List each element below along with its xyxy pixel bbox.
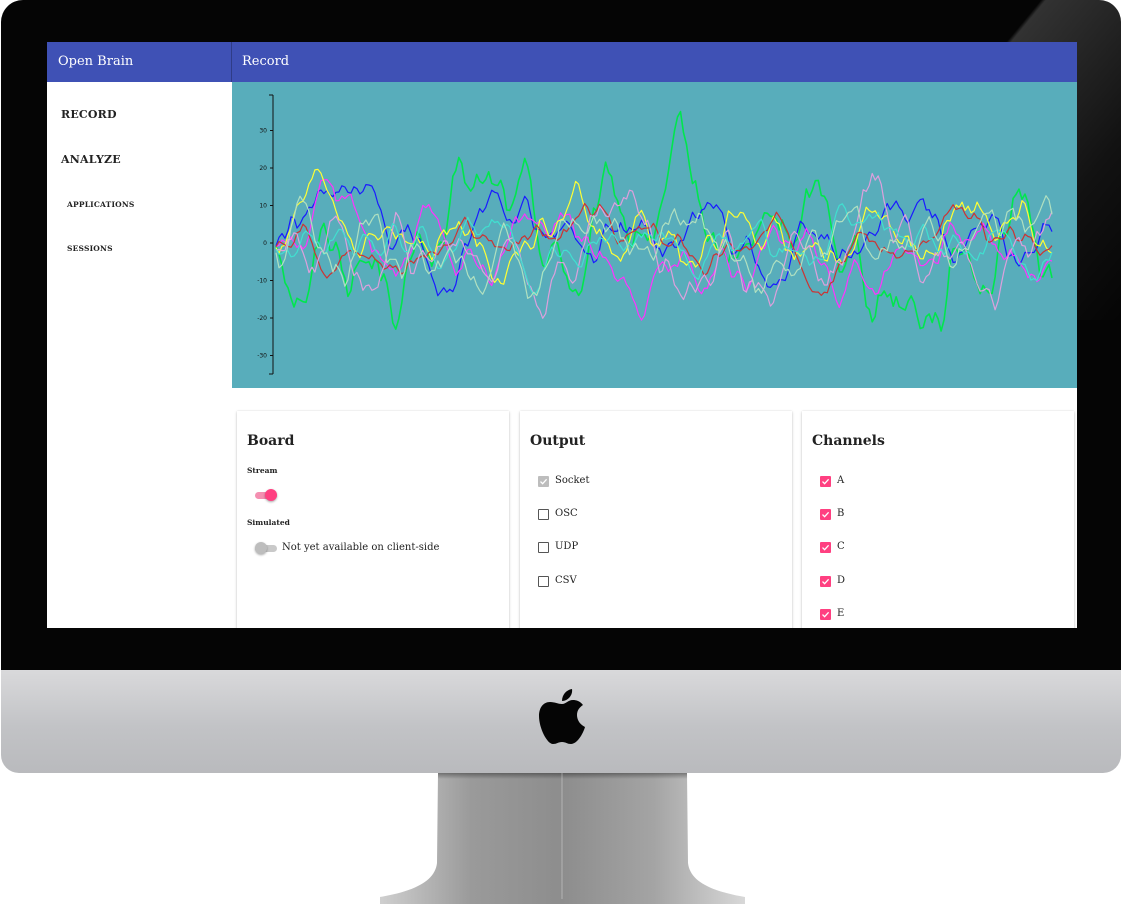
signal-chart-svg: 30 20 10 0 -10 -20 -30	[257, 94, 1053, 375]
check-icon	[822, 544, 830, 551]
app-bar: Open Brain Record	[47, 42, 1077, 82]
channel-c-label: C	[837, 541, 845, 552]
stream-label: Stream	[247, 466, 278, 475]
socket-label: Socket	[555, 475, 590, 486]
y-axis: 30 20 10 0 -10 -20 -30	[257, 94, 274, 375]
socket-checkbox[interactable]	[538, 476, 549, 487]
channel-d-label: D	[837, 575, 846, 586]
check-icon	[822, 611, 830, 618]
simulated-label: Simulated	[247, 518, 290, 527]
channel-e-checkbox[interactable]	[820, 609, 831, 620]
y-tick-label: 20	[259, 165, 267, 172]
channel-c-checkbox[interactable]	[820, 542, 831, 553]
check-icon	[540, 478, 548, 485]
csv-label: CSV	[555, 575, 577, 586]
channel-a-label: A	[837, 475, 845, 486]
page-title: Record	[242, 54, 290, 69]
check-icon	[822, 578, 830, 585]
signal-series-group	[275, 110, 1053, 332]
channel-b-checkbox[interactable]	[820, 509, 831, 520]
channel-a-checkbox[interactable]	[820, 476, 831, 487]
y-tick-label: 30	[259, 128, 267, 135]
check-icon	[822, 511, 830, 518]
output-card: Output Socket OSC UDP CSV	[520, 411, 792, 628]
simulated-toggle-knob	[255, 542, 267, 554]
signal-chart: 30 20 10 0 -10 -20 -30	[232, 82, 1077, 388]
y-tick-label: -30	[257, 353, 267, 360]
y-tick-label: 10	[259, 203, 267, 210]
udp-checkbox[interactable]	[538, 542, 549, 553]
channel-e-label: E	[837, 608, 845, 619]
channels-card: Channels A B C D E	[802, 411, 1074, 628]
sidebar: RECORD ANALYZE APPLICATIONS SESSIONS	[47, 82, 232, 628]
sidebar-item-sessions[interactable]: SESSIONS	[67, 244, 113, 253]
output-title: Output	[530, 433, 586, 449]
apple-logo-icon	[539, 689, 585, 744]
simulated-toggle[interactable]	[255, 542, 277, 554]
check-icon	[822, 478, 830, 485]
stream-toggle-knob	[265, 489, 277, 501]
signal-series-line	[275, 110, 1053, 332]
signal-series-line	[275, 184, 1053, 297]
board-card: Board Stream Simulated Not yet available…	[237, 411, 509, 628]
y-tick-label: 0	[263, 240, 267, 247]
sidebar-item-analyze[interactable]: ANALYZE	[61, 153, 121, 166]
channel-d-checkbox[interactable]	[820, 576, 831, 587]
sidebar-item-record[interactable]: RECORD	[61, 108, 117, 121]
csv-checkbox[interactable]	[538, 576, 549, 587]
app-screen: Open Brain Record RECORD ANALYZE APPLICA…	[47, 42, 1077, 628]
channel-b-label: B	[837, 508, 845, 519]
osc-label: OSC	[555, 508, 578, 519]
sidebar-item-applications[interactable]: APPLICATIONS	[67, 200, 135, 209]
signal-series-line	[275, 178, 1053, 321]
y-tick-label: -10	[257, 278, 267, 285]
app-title: Open Brain	[58, 54, 134, 69]
board-title: Board	[247, 433, 295, 449]
app-bar-divider	[231, 42, 232, 82]
osc-checkbox[interactable]	[538, 509, 549, 520]
stream-toggle[interactable]	[255, 489, 277, 501]
channels-title: Channels	[812, 433, 885, 449]
simulated-note: Not yet available on client-side	[282, 542, 440, 553]
monitor-stand	[380, 773, 745, 904]
udp-label: UDP	[555, 541, 579, 552]
y-tick-label: -20	[257, 315, 267, 322]
